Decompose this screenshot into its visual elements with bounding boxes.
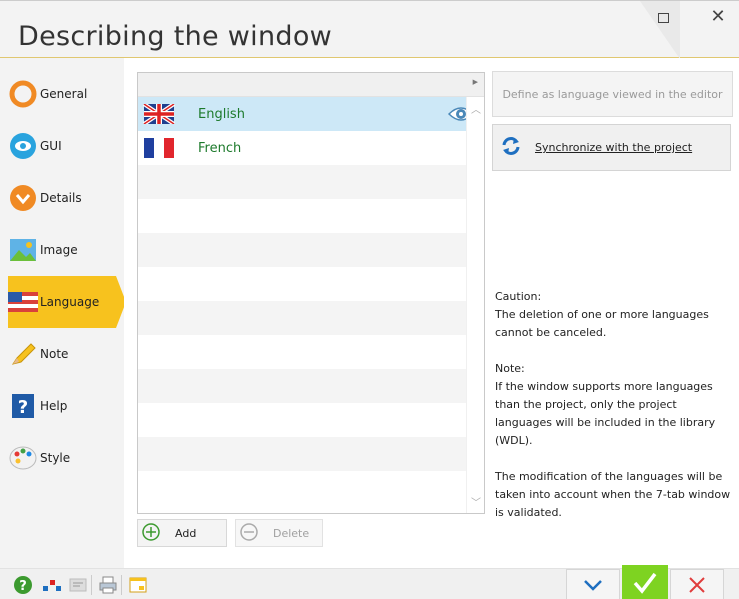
- print-button[interactable]: [97, 574, 119, 596]
- validate-button[interactable]: [622, 565, 668, 599]
- list-item-empty: [138, 437, 484, 471]
- sidebar-item-language[interactable]: Language: [8, 276, 126, 328]
- cancel-x-icon: [689, 576, 705, 593]
- sidebar-item-gui[interactable]: GUI: [8, 120, 124, 172]
- synchronize-button[interactable]: Synchronize with the project: [492, 124, 731, 171]
- language-list[interactable]: ▶ English French ︿ ﹀: [137, 72, 485, 514]
- list-item-empty: [138, 199, 484, 233]
- list-item-empty: [138, 301, 484, 335]
- vertical-scrollbar[interactable]: ︿ ﹀: [466, 97, 484, 513]
- maximize-icon: [657, 12, 669, 23]
- sidebar-item-note[interactable]: Note: [8, 328, 124, 380]
- chevron-down-icon: [584, 579, 602, 591]
- tab-order-button[interactable]: [41, 574, 63, 596]
- help-circle-icon: ?: [14, 576, 32, 594]
- delete-language-button[interactable]: Delete: [235, 519, 323, 547]
- checkmark-icon: [633, 572, 657, 594]
- info-notes: Caution: The deletion of one or more lan…: [495, 288, 735, 540]
- add-icon: [141, 522, 161, 545]
- sidebar-item-details[interactable]: Details: [8, 172, 124, 224]
- gui-icon: [8, 131, 38, 161]
- sidebar-item-label: Details: [40, 191, 82, 205]
- add-language-button[interactable]: Add: [137, 519, 227, 547]
- list-item-empty: [138, 233, 484, 267]
- sidebar-item-label: Style: [40, 451, 71, 465]
- language-name: English: [198, 106, 245, 122]
- scroll-up-icon[interactable]: ︿: [471, 101, 481, 116]
- sidebar-item-label: Language: [40, 295, 100, 309]
- list-item-empty: [138, 335, 484, 369]
- image-icon: [8, 235, 38, 265]
- language-icon: [8, 287, 38, 317]
- window-preview-button[interactable]: [127, 574, 149, 596]
- sidebar-item-label: Image: [40, 243, 78, 257]
- synchronize-button-label: Synchronize with the project: [535, 141, 693, 154]
- sync-icon: [501, 136, 521, 159]
- list-item-empty: [138, 403, 484, 437]
- help-icon: ?: [8, 391, 38, 421]
- list-item-empty: [138, 267, 484, 301]
- footer-toolbar: ?: [0, 565, 739, 599]
- column-arrow-icon[interactable]: ▶: [473, 78, 478, 86]
- list-item-empty: [138, 369, 484, 403]
- sidebar-item-help[interactable]: ? Help: [8, 380, 124, 432]
- list-item[interactable]: English: [138, 97, 484, 131]
- sidebar-item-general[interactable]: General: [8, 68, 124, 120]
- scroll-down-icon[interactable]: ﹀: [471, 494, 481, 509]
- note-text: Note: If the window supports more langua…: [495, 362, 716, 447]
- add-label: Add: [175, 526, 197, 540]
- delete-label: Delete: [273, 526, 310, 540]
- general-icon: [8, 79, 38, 109]
- modification-text: The modification of the languages will b…: [495, 470, 731, 519]
- details-icon: [8, 183, 38, 213]
- delete-icon: [239, 522, 259, 545]
- window-preview-icon: [129, 577, 147, 593]
- svg-text:?: ?: [18, 397, 28, 418]
- sidebar-item-label: Note: [40, 347, 69, 361]
- sidebar: General GUI Details Image Language Note …: [0, 58, 126, 568]
- define-viewed-language-button[interactable]: Define as language viewed in the editor: [492, 71, 733, 117]
- description-icon: [69, 578, 87, 592]
- note-icon: [8, 339, 38, 369]
- style-icon: [8, 443, 38, 473]
- sidebar-item-image[interactable]: Image: [8, 224, 124, 276]
- france-flag-icon: [144, 138, 174, 158]
- maximize-button[interactable]: [648, 5, 678, 29]
- title-bar: Describing the window ✕: [0, 0, 739, 59]
- caution-text: Caution: The deletion of one or more lan…: [495, 290, 709, 339]
- expand-button[interactable]: [566, 569, 620, 599]
- language-name: French: [198, 140, 242, 156]
- window-title: Describing the window: [18, 21, 333, 52]
- list-item-empty: [138, 471, 484, 505]
- list-item[interactable]: French: [138, 131, 484, 165]
- close-window-button[interactable]: ✕: [703, 5, 733, 29]
- uk-flag-icon: [143, 104, 175, 124]
- cancel-button[interactable]: [670, 569, 724, 599]
- sidebar-item-label: Help: [40, 399, 68, 413]
- list-header: ▶: [138, 73, 484, 97]
- description-button[interactable]: [67, 574, 89, 596]
- close-icon: ✕: [710, 6, 726, 27]
- sidebar-item-style[interactable]: Style: [8, 432, 124, 484]
- sidebar-item-label: General: [40, 87, 88, 101]
- print-icon: [99, 576, 117, 594]
- svg-text:?: ?: [19, 579, 27, 594]
- help-button[interactable]: ?: [12, 574, 34, 596]
- list-item-empty: [138, 165, 484, 199]
- toolbar-divider: [121, 575, 122, 595]
- tab-order-icon: [43, 580, 61, 591]
- toolbar-divider: [91, 575, 92, 595]
- sidebar-item-label: GUI: [40, 139, 62, 153]
